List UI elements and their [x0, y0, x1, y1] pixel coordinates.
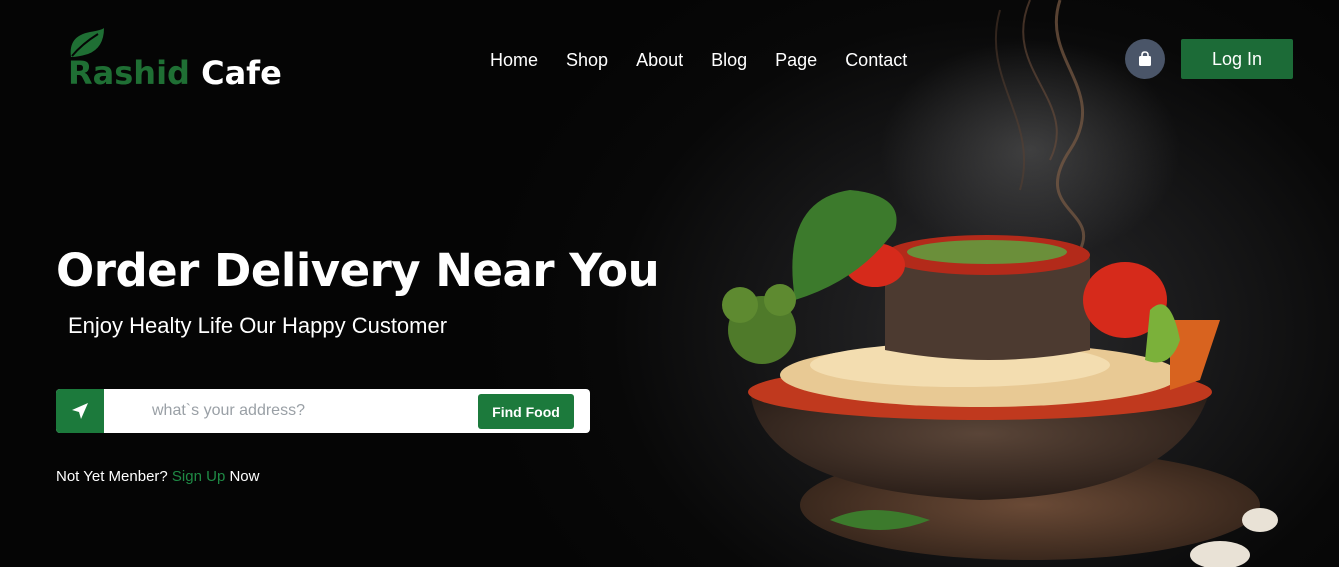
nav-item-page[interactable]: Page	[775, 48, 817, 72]
nav-item-shop[interactable]: Shop	[566, 48, 608, 72]
signup-prompt: Not Yet Menber? Sign Up Now	[56, 468, 259, 485]
address-input[interactable]	[152, 389, 474, 433]
main-nav: Home Shop About Blog Page Contact	[490, 48, 935, 72]
signup-link[interactable]: Sign Up	[172, 468, 225, 485]
brand-name: Rashid Cafe	[68, 54, 282, 92]
hero-subtitle: Enjoy Healty Life Our Happy Customer	[68, 313, 448, 338]
cart-button[interactable]	[1125, 39, 1165, 79]
nav-item-blog[interactable]: Blog	[711, 48, 747, 72]
brand-name-part2: Cafe	[201, 54, 282, 92]
signup-suffix: Now	[229, 468, 260, 485]
nav-item-home[interactable]: Home	[490, 48, 538, 72]
nav-item-about[interactable]: About	[636, 48, 683, 72]
shopping-bag-icon	[1139, 51, 1151, 66]
location-button[interactable]	[56, 389, 104, 433]
nav-item-contact[interactable]: Contact	[845, 48, 907, 72]
signup-prefix: Not Yet Menber?	[56, 468, 168, 485]
location-arrow-icon	[72, 403, 88, 419]
brand-name-part1: Rashid	[68, 54, 190, 92]
address-search-bar: Find Food	[56, 389, 590, 433]
hero-title: Order Delivery Near You	[56, 244, 660, 297]
find-food-button[interactable]: Find Food	[478, 394, 574, 429]
site-header: Rashid Cafe Home Shop About Blog Page Co…	[0, 0, 1339, 110]
login-button[interactable]: Log In	[1181, 39, 1293, 79]
